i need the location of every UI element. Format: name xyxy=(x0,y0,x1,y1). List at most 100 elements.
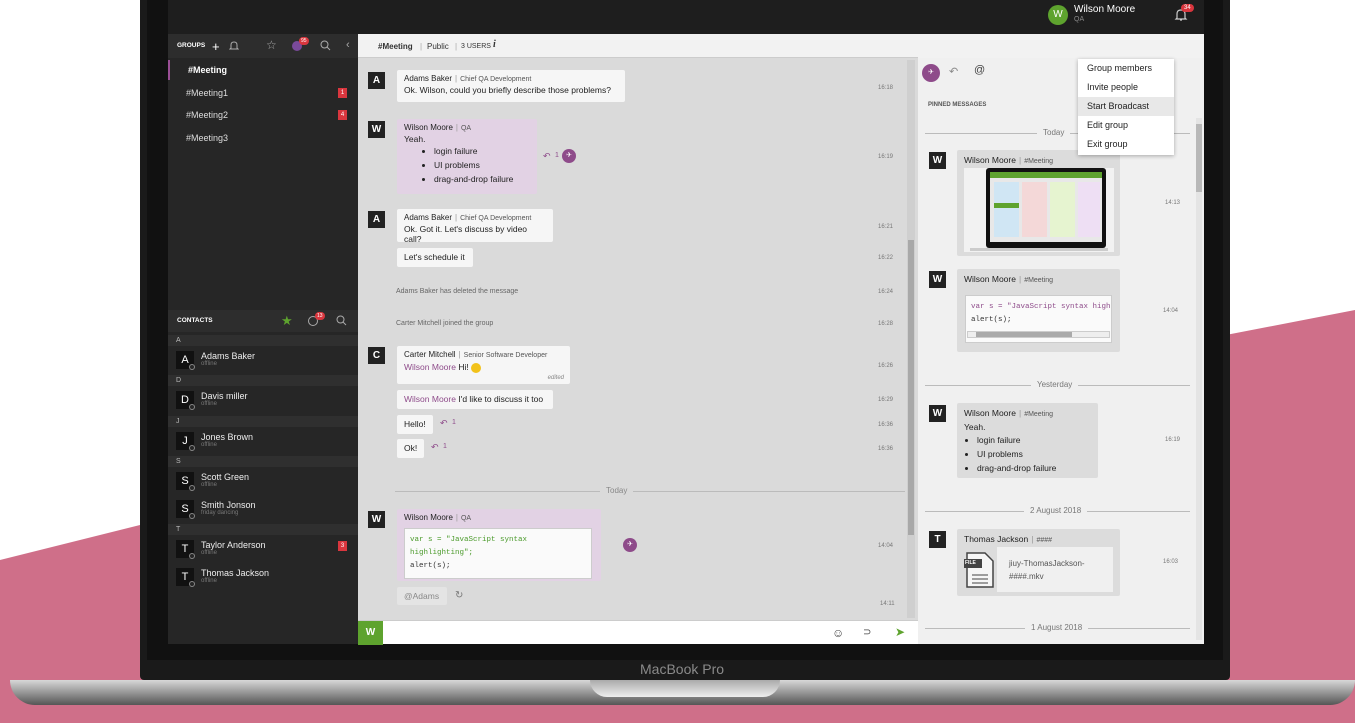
message-avatar[interactable]: T xyxy=(929,531,946,548)
pin-icon[interactable]: ✈ xyxy=(562,149,576,163)
message-text: Yeah. xyxy=(404,134,426,144)
contact-jones-brown[interactable]: J Jones Brown offline xyxy=(168,428,358,454)
list-item: UI problems xyxy=(434,158,530,172)
reply-icon[interactable]: ↶ xyxy=(949,65,958,78)
message-time: 16:28 xyxy=(878,321,894,327)
add-group-icon[interactable]: + xyxy=(212,39,220,54)
message-avatar[interactable]: A xyxy=(368,211,385,228)
user-avatar[interactable]: W xyxy=(1048,5,1068,25)
message-time: 16:24 xyxy=(878,289,894,295)
groups-label: GROUPS xyxy=(177,42,206,49)
send-icon[interactable]: ➤ xyxy=(895,625,905,639)
horizontal-scrollbar[interactable] xyxy=(967,331,1110,338)
message-avatar[interactable]: W xyxy=(929,271,946,288)
scrollbar-thumb[interactable] xyxy=(976,332,1072,337)
group-name: #Meeting1 xyxy=(186,88,229,98)
pinned-card[interactable]: Wilson Moore|#Meeting Yeah. login failur… xyxy=(957,403,1098,478)
menu-item-group-members[interactable]: Group members xyxy=(1078,59,1174,78)
status-dot xyxy=(189,581,195,587)
collapse-icon[interactable]: ‹ xyxy=(346,39,350,51)
menu-item-edit-group[interactable]: Edit group xyxy=(1078,116,1174,135)
laptop-notch xyxy=(590,680,780,697)
group-item-meeting2[interactable]: #Meeting2 4 xyxy=(168,105,358,125)
message-avatar[interactable]: A xyxy=(368,72,385,89)
contact-smith-jonson[interactable]: S Smith Jonson friday dancing xyxy=(168,496,358,522)
code-line: var s = "JavaScript syntax highlighting"… xyxy=(410,536,528,557)
mention-link[interactable]: Wilson Moore xyxy=(404,394,456,404)
message-time: 16:03 xyxy=(1163,559,1179,565)
message-input-bar[interactable]: W ☺ ⊃ ➤ xyxy=(358,620,918,645)
bullet-list: login failure UI problems drag-and-drop … xyxy=(434,144,530,186)
group-item-meeting[interactable]: #Meeting xyxy=(168,60,358,80)
contacts-label: CONTACTS xyxy=(177,317,213,324)
user-count[interactable]: 3 USERS xyxy=(461,43,491,50)
attach-icon[interactable]: ⊃ xyxy=(863,627,871,638)
pin-icon[interactable]: ✈ xyxy=(922,64,940,82)
group-tag: #Meeting xyxy=(1024,411,1053,418)
contact-thomas-jackson[interactable]: T Thomas Jackson offline xyxy=(168,564,358,590)
sender-role: Senior Software Developer xyxy=(463,352,548,359)
bell-icon[interactable] xyxy=(229,41,239,51)
reply-count: 1 xyxy=(555,152,559,159)
reply-icon[interactable]: ↶ xyxy=(543,151,551,162)
contact-status: offline xyxy=(201,401,217,407)
contact-status: offline xyxy=(201,442,217,448)
message-time: 14:11 xyxy=(880,601,895,607)
search-icon[interactable] xyxy=(320,40,331,51)
contacts-letter: A xyxy=(168,335,358,346)
scrollbar-thumb[interactable] xyxy=(1196,124,1202,192)
contact-adams-baker[interactable]: A Adams Baker offline xyxy=(168,347,358,373)
code-block: var s = "JavaScript syntax highlighting"… xyxy=(404,528,592,579)
smile-emoji-icon xyxy=(471,362,482,373)
message-avatar[interactable]: W xyxy=(929,405,946,422)
separator: | xyxy=(455,42,458,51)
scrollbar-track[interactable] xyxy=(1196,118,1202,640)
clock-icon: ↻ xyxy=(455,590,464,601)
separator: | xyxy=(458,350,461,359)
mention-link[interactable]: Wilson Moore xyxy=(404,362,456,372)
reply-icon[interactable]: ↶ xyxy=(440,418,448,429)
contact-name: Adams Baker xyxy=(201,351,256,361)
search-icon[interactable] xyxy=(336,315,347,326)
group-item-meeting3[interactable]: #Meeting3 xyxy=(168,128,358,148)
reply-icon[interactable]: ↶ xyxy=(431,442,439,453)
contact-scott-green[interactable]: S Scott Green offline xyxy=(168,468,358,494)
unread-count: 4 xyxy=(338,110,347,120)
favorites-star-icon[interactable]: ★ xyxy=(281,313,293,329)
date-divider xyxy=(395,491,905,492)
message-time: 16:29 xyxy=(878,397,894,403)
info-icon[interactable]: i xyxy=(493,39,496,50)
sender-role: Chief QA Development xyxy=(460,76,532,83)
code-line: alert(s); xyxy=(410,562,451,570)
sender-role: QA xyxy=(460,125,472,132)
group-item-meeting1[interactable]: #Meeting1 1 xyxy=(168,83,358,103)
pinned-card[interactable]: Thomas Jackson | #### jiuy-ThomasJackson-#… xyxy=(957,529,1120,596)
scrollbar-thumb[interactable] xyxy=(908,240,914,535)
mention-icon[interactable]: @ xyxy=(974,64,985,76)
message-text: Yeah. xyxy=(964,422,986,432)
emoji-icon[interactable]: ☺ xyxy=(832,626,844,640)
pinned-card[interactable]: Wilson Moore | #Meeting xyxy=(957,150,1120,256)
message-avatar[interactable]: C xyxy=(368,347,385,364)
contact-taylor-anderson[interactable]: T Taylor Anderson offline 3 xyxy=(168,536,358,562)
message-time: 16:18 xyxy=(878,85,894,91)
message-avatar[interactable]: W xyxy=(368,511,385,528)
contact-name: Thomas Jackson xyxy=(201,568,270,578)
menu-item-start-broadcast[interactable]: Start Broadcast xyxy=(1078,97,1174,116)
menu-item-invite-people[interactable]: Invite people xyxy=(1078,78,1174,97)
menu-item-exit-group[interactable]: Exit group xyxy=(1078,135,1174,154)
sender-name: Wilson Moore xyxy=(404,513,453,522)
contact-davis-miller[interactable]: D Davis miller offline xyxy=(168,387,358,413)
contacts-header: CONTACTS ★ 13 xyxy=(168,310,358,332)
message-avatar[interactable]: W xyxy=(368,121,385,138)
group-name: #Meeting2 xyxy=(186,110,229,120)
star-icon[interactable]: ☆ xyxy=(266,38,277,52)
file-attachment[interactable]: jiuy-ThomasJackson-####.mkv xyxy=(997,547,1113,592)
sidebar: GROUPS + ☆ 95 ‹ #Meeting #Meeting1 1 #Me… xyxy=(168,34,358,644)
message-avatar[interactable]: W xyxy=(929,152,946,169)
message-bubble: Let's schedule it xyxy=(397,248,473,267)
pinned-card[interactable]: Wilson Moore | #Meeting var s = "JavaScrip… xyxy=(957,269,1120,352)
pin-icon[interactable]: ✈ xyxy=(623,538,637,552)
status-dot xyxy=(189,364,195,370)
contact-status: offline xyxy=(201,482,217,488)
